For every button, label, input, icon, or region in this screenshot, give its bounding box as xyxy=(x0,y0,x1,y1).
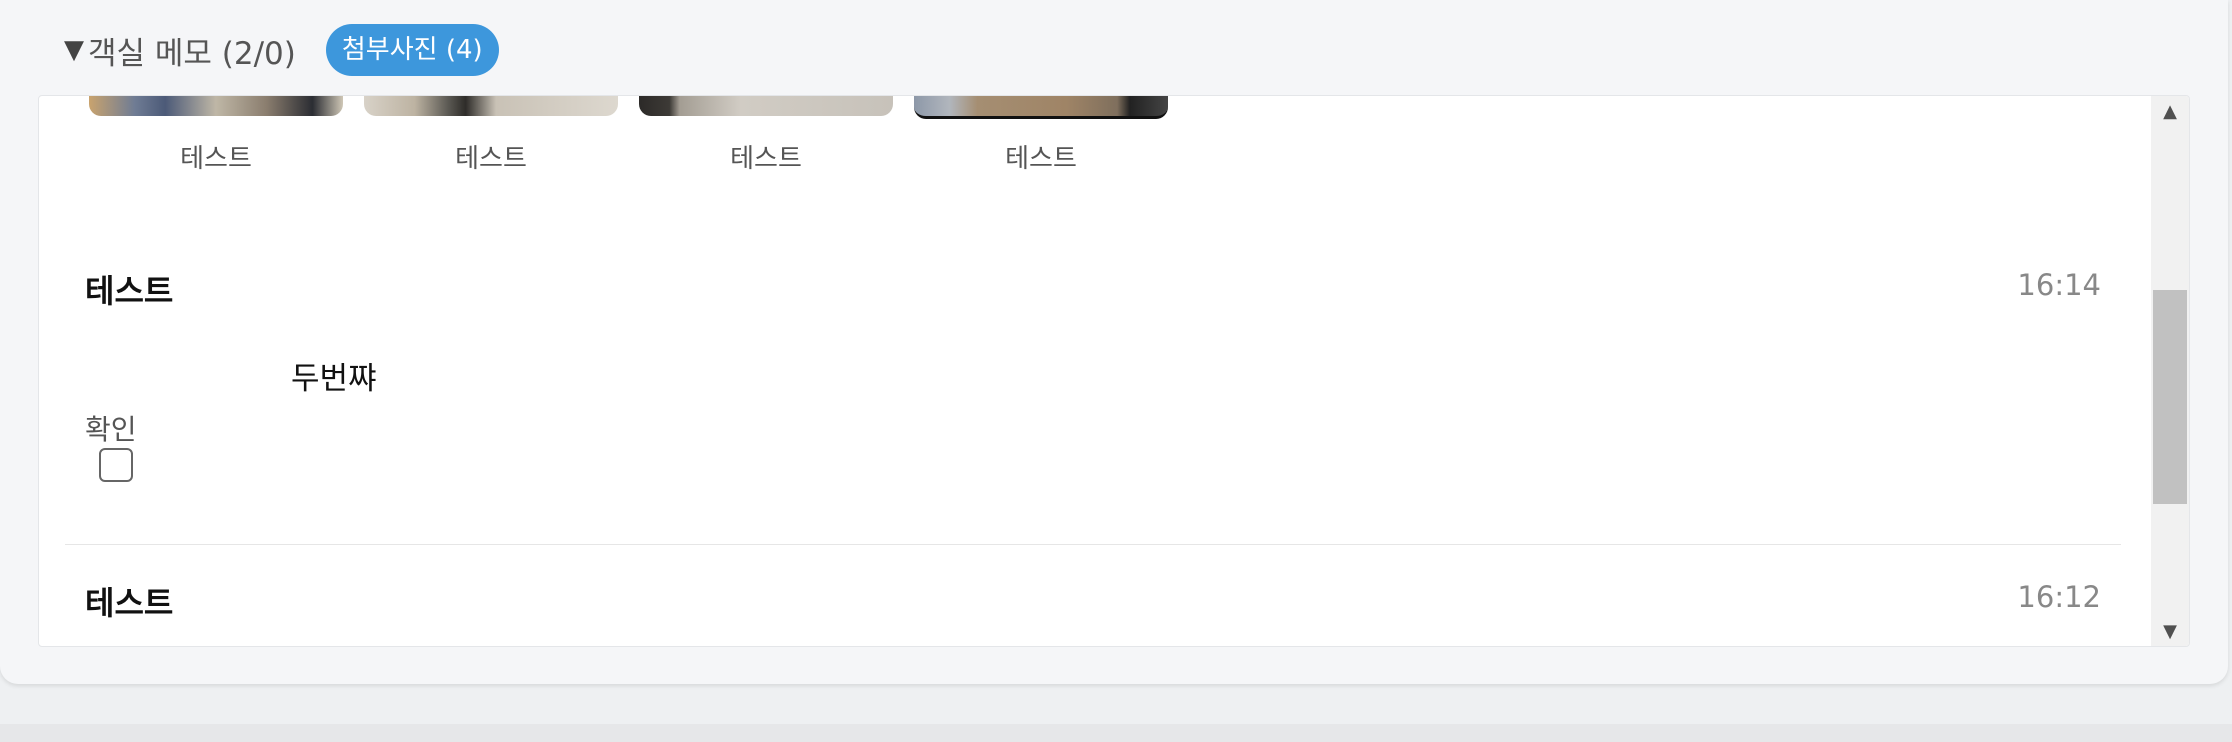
confirm-checkbox[interactable] xyxy=(99,448,133,482)
room-memo-toggle[interactable]: ▼ 객실 메모 (2/0) xyxy=(64,28,296,73)
photo-item[interactable]: 테스트 xyxy=(914,96,1168,206)
memo-title: 테스트 xyxy=(85,272,174,310)
memo-item: 테스트 16:14 두번쨔 확인 xyxy=(65,266,2121,482)
photo-thumbnail[interactable] xyxy=(89,96,343,116)
memo-time: 16:12 xyxy=(2017,580,2101,614)
photo-caption: 테스트 xyxy=(730,144,802,174)
room-memo-panel: ▼ 객실 메모 (2/0) 첨부사진 (4) 테스트 테스트 테스트 테스트 테… xyxy=(0,0,2228,684)
photo-thumbnail[interactable] xyxy=(364,96,618,116)
photo-item[interactable]: 테스트 xyxy=(364,96,618,206)
memo-item: 테스트 16:12 xyxy=(65,578,2121,638)
memo-scroll-area[interactable]: 테스트 테스트 테스트 테스트 테스트 16:14 두번쨔 확인 테스트 16:… xyxy=(39,96,2143,646)
memo-divider xyxy=(65,544,2121,545)
photo-thumbnail[interactable] xyxy=(639,96,893,116)
scroll-down-arrow-icon[interactable]: ▼ xyxy=(2151,616,2189,646)
memo-list-box: 테스트 테스트 테스트 테스트 테스트 16:14 두번쨔 확인 테스트 16:… xyxy=(38,95,2190,647)
photo-thumbnail[interactable] xyxy=(914,96,1168,119)
photo-item[interactable]: 테스트 xyxy=(639,96,893,206)
photo-caption: 테스트 xyxy=(180,144,252,174)
attached-photos-badge[interactable]: 첨부사진 (4) xyxy=(325,24,499,76)
triangle-down-icon: ▼ xyxy=(64,35,84,65)
memo-body: 두번쨔 xyxy=(291,361,377,397)
memo-header: ▼ 객실 메모 (2/0) 첨부사진 (4) xyxy=(64,22,499,78)
photo-caption: 테스트 xyxy=(1005,144,1077,174)
photo-caption: 테스트 xyxy=(455,144,527,174)
page-bottom-strip xyxy=(0,724,2232,742)
scroll-up-arrow-icon[interactable]: ▲ xyxy=(2151,96,2189,126)
memo-title: 테스트 xyxy=(85,584,174,622)
room-memo-title: 객실 메모 (2/0) xyxy=(88,35,296,72)
vertical-scrollbar[interactable]: ▲ ▼ xyxy=(2151,96,2189,646)
memo-time: 16:14 xyxy=(2017,268,2101,302)
confirm-label: 확인 xyxy=(85,413,137,446)
scroll-thumb[interactable] xyxy=(2153,290,2187,504)
photo-item[interactable]: 테스트 xyxy=(89,96,343,206)
